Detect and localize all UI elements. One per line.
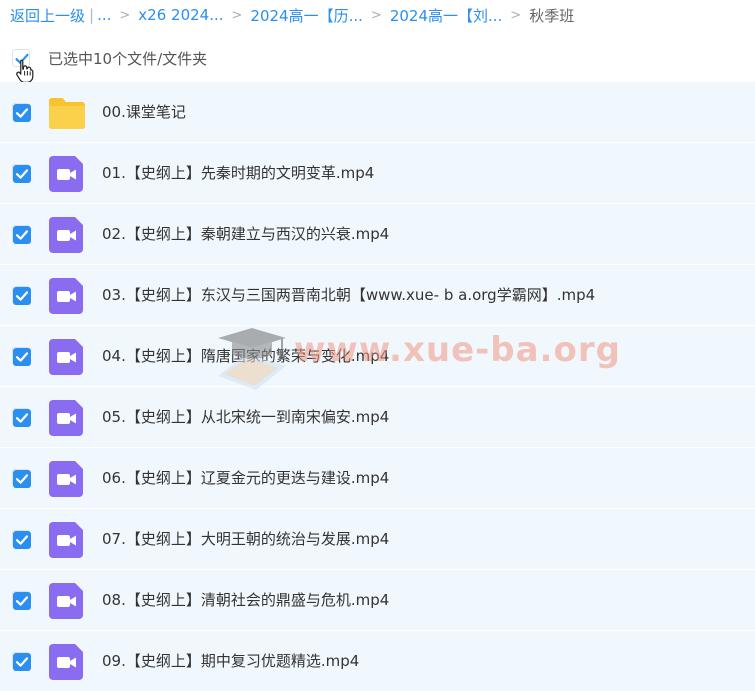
- row-checkbox[interactable]: [12, 469, 31, 488]
- selection-summary: 已选中10个文件/文件夹: [48, 49, 208, 68]
- checkmark-icon: [13, 592, 31, 610]
- video-icon: [49, 278, 83, 314]
- chevron-right-icon: >: [231, 7, 243, 23]
- breadcrumb-current: 秋季班: [529, 6, 575, 25]
- folder-icon: [49, 98, 85, 129]
- list-item[interactable]: 05.【史纲上】从北宋统一到南宋偏安.mp4: [0, 387, 755, 448]
- video-icon: [49, 339, 83, 375]
- chevron-right-icon: >: [510, 7, 522, 23]
- file-name[interactable]: 08.【史纲上】清朝社会的鼎盛与危机.mp4: [102, 570, 389, 630]
- row-checkbox[interactable]: [12, 164, 31, 183]
- row-checkbox[interactable]: [12, 591, 31, 610]
- row-checkbox[interactable]: [12, 530, 31, 549]
- checkmark-icon: [13, 470, 31, 488]
- back-link[interactable]: 返回上一级: [10, 5, 85, 26]
- checkmark-icon: [13, 226, 31, 244]
- list-item[interactable]: 06.【史纲上】辽夏金元的更迭与建设.mp4: [0, 448, 755, 509]
- file-list: 00.课堂笔记 01.【史纲上】先秦时期的文明变革.mp4 02.【史纲上】秦朝…: [0, 82, 755, 692]
- list-item[interactable]: 08.【史纲上】清朝社会的鼎盛与危机.mp4: [0, 570, 755, 631]
- file-name[interactable]: 02.【史纲上】秦朝建立与西汉的兴衰.mp4: [102, 204, 389, 264]
- chevron-right-icon: >: [119, 7, 131, 23]
- breadcrumb-item[interactable]: 2024高一【历...: [250, 5, 362, 26]
- checkmark-icon: [13, 531, 31, 549]
- list-item[interactable]: 04.【史纲上】隋唐国家的繁荣与变化.mp4: [0, 326, 755, 387]
- row-checkbox[interactable]: [12, 225, 31, 244]
- checkmark-icon: [13, 287, 31, 305]
- list-item[interactable]: 09.【史纲上】期中复习优题精选.mp4: [0, 631, 755, 692]
- row-checkbox[interactable]: [12, 347, 31, 366]
- checkmark-icon: [13, 653, 31, 671]
- list-item[interactable]: 07.【史纲上】大明王朝的统治与发展.mp4: [0, 509, 755, 570]
- video-icon: [49, 644, 83, 680]
- file-name[interactable]: 05.【史纲上】从北宋统一到南宋偏安.mp4: [102, 387, 389, 447]
- row-checkbox[interactable]: [12, 103, 31, 122]
- video-icon: [49, 522, 83, 558]
- list-item[interactable]: 01.【史纲上】先秦时期的文明变革.mp4: [0, 143, 755, 204]
- select-all-row: 已选中10个文件/文件夹: [0, 40, 755, 76]
- video-icon: [49, 583, 83, 619]
- video-icon: [49, 461, 83, 497]
- breadcrumb-item[interactable]: 2024高一【刘...: [390, 5, 502, 26]
- row-checkbox[interactable]: [12, 286, 31, 305]
- breadcrumb: 返回上一级 | ... > x26 2024... > 2024高一【历... …: [10, 2, 574, 28]
- breadcrumb-ellipsis[interactable]: ...: [97, 6, 111, 24]
- video-icon: [49, 400, 83, 436]
- breadcrumb-item[interactable]: x26 2024...: [138, 6, 223, 24]
- file-name[interactable]: 07.【史纲上】大明王朝的统治与发展.mp4: [102, 509, 389, 569]
- list-item[interactable]: 02.【史纲上】秦朝建立与西汉的兴衰.mp4: [0, 204, 755, 265]
- checkmark-icon: [13, 348, 31, 366]
- file-name[interactable]: 06.【史纲上】辽夏金元的更迭与建设.mp4: [102, 448, 389, 508]
- hand-cursor-icon: [16, 59, 34, 83]
- file-name[interactable]: 01.【史纲上】先秦时期的文明变革.mp4: [102, 143, 374, 203]
- row-checkbox[interactable]: [12, 408, 31, 427]
- video-icon: [49, 217, 83, 253]
- list-item[interactable]: 00.课堂笔记: [0, 82, 755, 143]
- checkmark-icon: [13, 104, 31, 122]
- file-name[interactable]: 09.【史纲上】期中复习优题精选.mp4: [102, 631, 359, 691]
- file-browser-page: 返回上一级 | ... > x26 2024... > 2024高一【历... …: [0, 0, 755, 698]
- file-name[interactable]: 00.课堂笔记: [102, 82, 186, 142]
- list-item[interactable]: 03.【史纲上】东汉与三国两晋南北朝【www.xue- b a.org学霸网】.…: [0, 265, 755, 326]
- row-checkbox[interactable]: [12, 652, 31, 671]
- checkmark-icon: [13, 409, 31, 427]
- chevron-right-icon: >: [370, 7, 382, 23]
- video-icon: [49, 156, 83, 192]
- file-name[interactable]: 03.【史纲上】东汉与三国两晋南北朝【www.xue- b a.org学霸网】.…: [102, 265, 595, 325]
- breadcrumb-divider: |: [89, 6, 95, 24]
- checkmark-icon: [13, 165, 31, 183]
- file-name[interactable]: 04.【史纲上】隋唐国家的繁荣与变化.mp4: [102, 326, 389, 386]
